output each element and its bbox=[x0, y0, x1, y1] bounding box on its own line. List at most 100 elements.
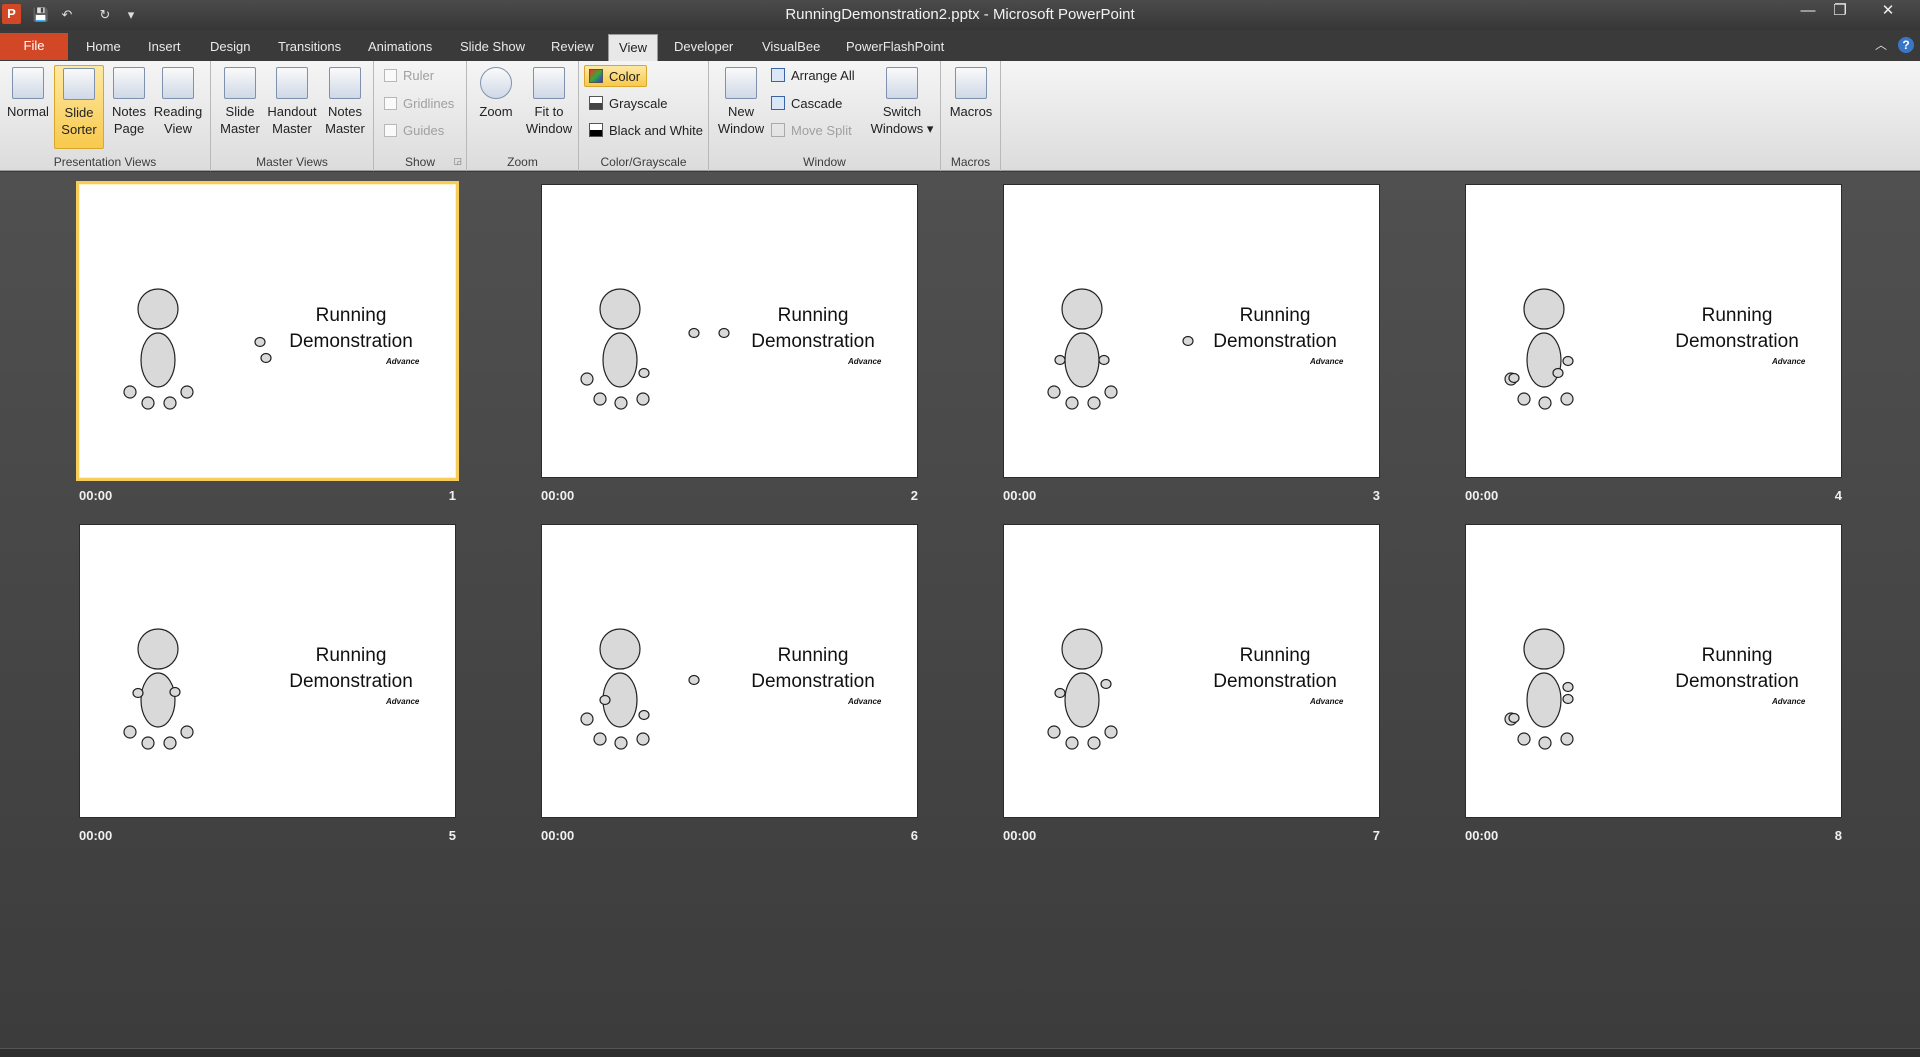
gridlines-checkbox[interactable]: Gridlines bbox=[384, 93, 454, 115]
group-label-color-grayscale: Color/Grayscale bbox=[600, 155, 687, 169]
slide-thumbnail-5[interactable]: Running Demonstration Advance bbox=[79, 524, 456, 818]
slide-title-line-2: Demonstration bbox=[751, 331, 875, 352]
notes-master-icon bbox=[329, 67, 361, 99]
slide-thumbnail-1[interactable]: Running Demonstration Advance bbox=[76, 181, 459, 481]
tab-view[interactable]: View bbox=[608, 34, 658, 61]
tab-design[interactable]: Design bbox=[202, 34, 258, 61]
group-presentation-views: Normal Slide Sorter Notes Page Reading V… bbox=[0, 61, 211, 171]
slide-title-line-2: Demonstration bbox=[1675, 671, 1799, 692]
show-dialog-launcher-icon[interactable]: ◲ bbox=[453, 156, 462, 167]
slide-thumbnail-6[interactable]: Running Demonstration Advance bbox=[541, 524, 918, 818]
tab-file[interactable]: File bbox=[0, 33, 68, 60]
group-label-macros: Macros bbox=[950, 155, 991, 169]
notes-page-button[interactable]: Notes Page bbox=[104, 65, 154, 149]
slide-subtitle: Advance bbox=[1772, 357, 1806, 366]
arrange-all-button[interactable]: Arrange All bbox=[771, 65, 855, 87]
group-label-window: Window bbox=[803, 155, 846, 169]
tab-insert[interactable]: Insert bbox=[140, 34, 189, 61]
slide-sorter-pane: Running Demonstration Advance 00:00 1 Running… bbox=[0, 172, 1920, 1048]
cascade-icon bbox=[771, 96, 785, 110]
slide-title-line-1: Running bbox=[1239, 645, 1311, 666]
slide-thumbnail-3[interactable]: Running Demonstration Advance bbox=[1003, 184, 1380, 478]
slide-subtitle: Advance bbox=[848, 697, 882, 706]
notes-master-button[interactable]: Notes Master bbox=[320, 65, 370, 149]
restore-button[interactable]: ❐ bbox=[1823, 0, 1857, 22]
slide-title: Running Demonstration bbox=[738, 643, 888, 695]
tab-transitions[interactable]: Transitions bbox=[270, 34, 349, 61]
tab-developer[interactable]: Developer bbox=[666, 34, 741, 61]
fit-to-window-button[interactable]: Fit to Window bbox=[522, 65, 576, 149]
slide-title: Running Demonstration bbox=[1200, 643, 1350, 695]
group-label-presentation-views: Presentation Views bbox=[53, 155, 157, 169]
slide-subtitle: Advance bbox=[386, 697, 420, 706]
tab-review[interactable]: Review bbox=[543, 34, 602, 61]
help-icon[interactable]: ? bbox=[1898, 37, 1914, 53]
slide-timing: 00:00 bbox=[79, 828, 113, 843]
tab-powerflashpoint[interactable]: PowerFlashPoint bbox=[838, 34, 952, 61]
handout-master-button[interactable]: Handout Master bbox=[267, 65, 317, 149]
slide-title-line-1: Running bbox=[1701, 645, 1773, 666]
notes-page-icon bbox=[113, 67, 145, 99]
slide-title-line-1: Running bbox=[777, 645, 849, 666]
guides-checkbox-box bbox=[384, 124, 397, 137]
slide-number: 4 bbox=[1834, 488, 1842, 503]
slide-number: 1 bbox=[448, 488, 456, 503]
ruler-checkbox[interactable]: Ruler bbox=[384, 65, 434, 87]
slide-title: Running Demonstration bbox=[1200, 303, 1350, 355]
close-button[interactable]: ✕ bbox=[1870, 0, 1906, 22]
slide-title-line-1: Running bbox=[1701, 305, 1773, 326]
slide-title-line-1: Running bbox=[315, 645, 387, 666]
cascade-button[interactable]: Cascade bbox=[771, 93, 842, 115]
slide-timing: 00:00 bbox=[79, 488, 113, 503]
normal-view-button[interactable]: Normal bbox=[3, 65, 53, 149]
move-split-button[interactable]: Move Split bbox=[771, 120, 852, 142]
slide-thumbnail-2[interactable]: Running Demonstration Advance bbox=[541, 184, 918, 478]
slide-subtitle: Advance bbox=[1310, 357, 1344, 366]
slide-title: Running Demonstration bbox=[1662, 303, 1812, 355]
group-label-master-views: Master Views bbox=[256, 155, 328, 169]
new-window-button[interactable]: New Window bbox=[716, 65, 766, 149]
slide-title-line-2: Demonstration bbox=[289, 671, 413, 692]
slide-thumbnail-7[interactable]: Running Demonstration Advance bbox=[1003, 524, 1380, 818]
group-label-show: Show bbox=[404, 155, 436, 169]
slide-thumbnail-8[interactable]: Running Demonstration Advance bbox=[1465, 524, 1842, 818]
macros-button[interactable]: Macros bbox=[946, 65, 996, 149]
switch-windows-button[interactable]: Switch Windows ▾ bbox=[870, 65, 934, 149]
ribbon-view: Normal Slide Sorter Notes Page Reading V… bbox=[0, 61, 1920, 171]
grayscale-button[interactable]: Grayscale bbox=[589, 93, 668, 115]
slide-subtitle: Advance bbox=[1772, 697, 1806, 706]
group-label-zoom: Zoom bbox=[507, 155, 538, 169]
tab-visualbee[interactable]: VisualBee bbox=[754, 34, 828, 61]
handout-master-icon bbox=[276, 67, 308, 99]
tab-animations[interactable]: Animations bbox=[360, 34, 440, 61]
reading-view-button[interactable]: Reading View bbox=[153, 65, 203, 149]
slide-thumbnail-4[interactable]: Running Demonstration Advance bbox=[1465, 184, 1842, 478]
slide-timing: 00:00 bbox=[1003, 488, 1037, 503]
switch-windows-icon bbox=[886, 67, 918, 99]
tab-slide-show[interactable]: Slide Show bbox=[452, 34, 533, 61]
slide-timing: 00:00 bbox=[1465, 828, 1499, 843]
slide-title-line-2: Demonstration bbox=[1675, 331, 1799, 352]
group-show: Ruler Gridlines Guides Show ◲ bbox=[374, 61, 467, 171]
slide-master-button[interactable]: Slide Master bbox=[215, 65, 265, 149]
slide-title-line-2: Demonstration bbox=[1213, 331, 1337, 352]
slide-timing: 00:00 bbox=[1003, 828, 1037, 843]
slide-title-line-1: Running bbox=[777, 305, 849, 326]
black-and-white-button[interactable]: Black and White bbox=[589, 120, 703, 142]
slide-sorter-button[interactable]: Slide Sorter bbox=[54, 65, 104, 149]
reading-view-icon bbox=[162, 67, 194, 99]
new-window-icon bbox=[725, 67, 757, 99]
ruler-checkbox-box bbox=[384, 69, 397, 82]
ribbon-tabs: File Home Insert Design Transitions Anim… bbox=[0, 30, 1920, 61]
tab-home[interactable]: Home bbox=[78, 34, 129, 61]
title-bar: P 💾 ↶ ↻ ▾ RunningDemonstration2.pptx - M… bbox=[0, 0, 1920, 30]
slide-title: Running Demonstration bbox=[276, 643, 426, 695]
color-button[interactable]: Color bbox=[584, 65, 648, 87]
zoom-button[interactable]: Zoom bbox=[471, 65, 521, 149]
slide-title: Running Demonstration bbox=[276, 303, 426, 355]
guides-checkbox[interactable]: Guides bbox=[384, 120, 444, 142]
minimize-ribbon-icon[interactable]: ︿ bbox=[1873, 36, 1889, 54]
slide-master-icon bbox=[224, 67, 256, 99]
minimize-button[interactable]: — bbox=[1791, 0, 1825, 22]
slide-title-line-2: Demonstration bbox=[1213, 671, 1337, 692]
